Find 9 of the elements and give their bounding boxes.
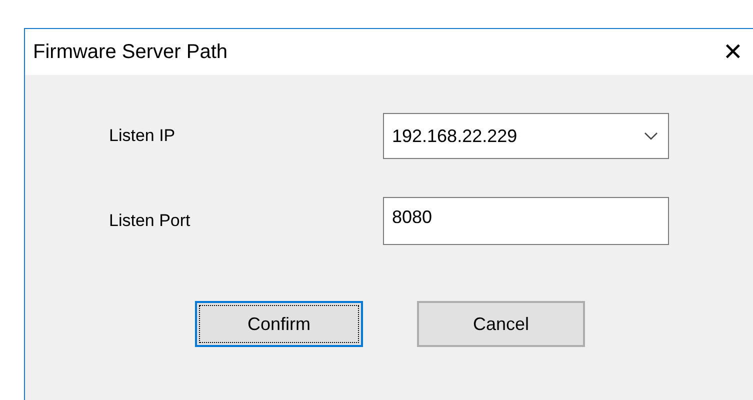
field-label: Listen Port <box>109 210 192 232</box>
chevron-down-icon <box>644 132 658 140</box>
window-title: Firmware Server Path <box>33 40 228 65</box>
dialog-button[interactable]: Confirm <box>195 301 363 347</box>
input-field[interactable]: 8080 <box>383 197 669 245</box>
dialog-button[interactable]: Cancel <box>417 301 585 347</box>
close-button[interactable]: ✕ <box>718 40 747 64</box>
dropdown-field[interactable]: 192.168.22.229 <box>383 113 669 159</box>
field-label: Listen IP <box>109 125 176 148</box>
